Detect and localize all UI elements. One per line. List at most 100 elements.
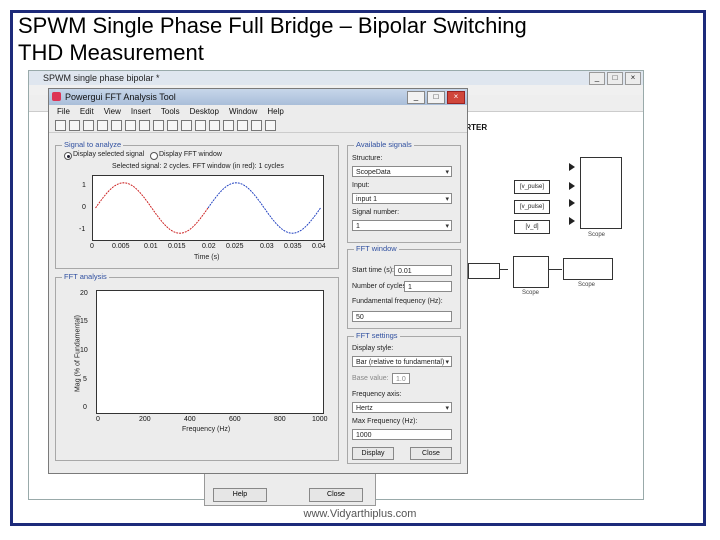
goto-block[interactable]: [v_pulse] — [514, 200, 550, 214]
x-tick: 400 — [184, 416, 196, 423]
save-icon[interactable] — [83, 119, 94, 131]
menu-view[interactable]: View — [104, 105, 121, 118]
freq-axis-select[interactable]: Hertz — [352, 402, 452, 414]
x-tick: 800 — [274, 416, 286, 423]
menu-tools[interactable]: Tools — [161, 105, 180, 118]
port-arrow — [569, 217, 575, 225]
goto-block[interactable]: [v_pulse] — [514, 180, 550, 194]
y-tick: 5 — [83, 376, 87, 383]
print-icon[interactable] — [97, 119, 108, 131]
x-tick: 0.02 — [202, 243, 216, 250]
port-arrow — [569, 199, 575, 207]
close-icon[interactable]: × — [625, 72, 641, 85]
cycles-input[interactable]: 1 — [404, 281, 452, 292]
goto-block[interactable]: [v_d] — [514, 220, 550, 234]
x-tick: 0 — [90, 243, 94, 250]
radio-display-signal[interactable] — [64, 152, 72, 160]
signal-line — [548, 269, 562, 270]
max-freq-input[interactable]: 1000 — [352, 429, 452, 440]
signal-caption: Selected signal: 2 cycles. FFT window (i… — [112, 163, 284, 170]
from-block[interactable] — [468, 263, 500, 279]
link-icon[interactable] — [209, 119, 220, 131]
scope-label: Scope — [588, 232, 606, 238]
x-tick: 0.025 — [226, 243, 244, 250]
fft-analysis-window[interactable]: Powergui FFT Analysis Tool _ □ × File Ed… — [48, 88, 468, 474]
matlab-icon — [52, 92, 61, 101]
signal-plot[interactable] — [92, 175, 324, 241]
x-tick: 0.04 — [312, 243, 326, 250]
zoom-out-icon[interactable] — [139, 119, 150, 131]
maximize-icon[interactable]: □ — [607, 72, 623, 85]
structure-select[interactable]: ScopeData — [352, 166, 452, 178]
available-signals-panel: Available signals Structure: ScopeData I… — [347, 140, 461, 243]
menu-help[interactable]: Help — [267, 105, 283, 118]
signal-xlabel: Time (s) — [194, 254, 220, 261]
x-tick: 1000 — [312, 416, 328, 423]
display-label: Scope — [578, 282, 596, 288]
close-button[interactable]: Close — [410, 447, 452, 460]
minimize-icon[interactable]: _ — [589, 72, 605, 85]
colorbar-icon[interactable] — [223, 119, 234, 131]
signal-number-select[interactable]: 1 — [352, 220, 452, 232]
fft-plot[interactable] — [96, 290, 324, 414]
show-tools-icon[interactable] — [265, 119, 276, 131]
menu-window[interactable]: Window — [229, 105, 257, 118]
fund-freq-label: Fundamental frequency (Hz): — [352, 298, 443, 305]
help-button[interactable]: Help — [213, 488, 267, 502]
open-icon[interactable] — [69, 119, 80, 131]
new-icon[interactable] — [55, 119, 66, 131]
display-style-select[interactable]: Bar (relative to fundamental) — [352, 356, 452, 367]
simulink-title: SPWM single phase bipolar * — [43, 73, 160, 83]
fft-titlebar[interactable]: Powergui FFT Analysis Tool _ □ × — [49, 89, 467, 105]
menu-edit[interactable]: Edit — [80, 105, 94, 118]
y-tick: 0 — [82, 204, 86, 211]
y-tick: 0 — [83, 404, 87, 411]
signal-panel-title: Signal to analyze — [62, 140, 124, 149]
minimize-icon[interactable]: _ — [407, 91, 425, 104]
close-button[interactable]: Close — [309, 488, 363, 502]
y-tick: 1 — [82, 182, 86, 189]
hide-tools-icon[interactable] — [251, 119, 262, 131]
signal-trace-blue — [207, 182, 321, 234]
y-tick: -1 — [79, 226, 86, 233]
scope-block[interactable] — [580, 157, 622, 229]
fft-settings-title: FFT settings — [354, 331, 400, 340]
slide-title-line1: SPWM Single Phase Full Bridge – Bipolar … — [18, 13, 527, 38]
input-select[interactable]: input 1 — [352, 193, 452, 205]
fft-panel: FFT analysis 20 15 10 5 0 0 200 400 600 … — [55, 272, 339, 461]
x-tick: 200 — [139, 416, 151, 423]
data-cursor-icon[interactable] — [181, 119, 192, 131]
pan-icon[interactable] — [153, 119, 164, 131]
x-tick: 0.035 — [284, 243, 302, 250]
port-arrow — [569, 182, 575, 190]
base-value-input[interactable]: 1.0 — [392, 373, 410, 384]
signal-panel: Signal to analyze Display selected signa… — [55, 140, 339, 269]
rotate-icon[interactable] — [167, 119, 178, 131]
radio-display-fft-window[interactable] — [150, 152, 158, 160]
fft-window-panel: FFT window Start time (s): 0.01 Number o… — [347, 244, 461, 329]
brush-icon[interactable] — [195, 119, 206, 131]
slide-title: SPWM Single Phase Full Bridge – Bipolar … — [18, 12, 527, 66]
menu-file[interactable]: File — [57, 105, 70, 118]
pointer-icon[interactable] — [111, 119, 122, 131]
zoom-in-icon[interactable] — [125, 119, 136, 131]
scope-block[interactable] — [513, 256, 549, 288]
scope-label: Scope — [522, 290, 540, 296]
start-time-input[interactable]: 0.01 — [394, 265, 452, 276]
menu-desktop[interactable]: Desktop — [190, 105, 219, 118]
display-block[interactable] — [563, 258, 613, 280]
maximize-icon[interactable]: □ — [427, 91, 445, 104]
close-icon[interactable]: × — [447, 91, 465, 104]
structure-label: Structure: — [352, 155, 383, 162]
x-tick: 0.005 — [112, 243, 130, 250]
display-button[interactable]: Display — [352, 447, 394, 460]
radio-display-fft-window-label: Display FFT window — [159, 151, 222, 158]
radio-display-signal-label: Display selected signal — [73, 151, 145, 158]
legend-icon[interactable] — [237, 119, 248, 131]
menu-insert[interactable]: Insert — [131, 105, 151, 118]
fund-freq-input[interactable]: 50 — [352, 311, 452, 322]
simulink-titlebar[interactable]: SPWM single phase bipolar * _ □ × — [29, 71, 643, 85]
fft-panel-title: FFT analysis — [62, 272, 109, 281]
max-freq-label: Max Frequency (Hz): — [352, 418, 418, 425]
cycles-label: Number of cycles: — [352, 283, 409, 290]
